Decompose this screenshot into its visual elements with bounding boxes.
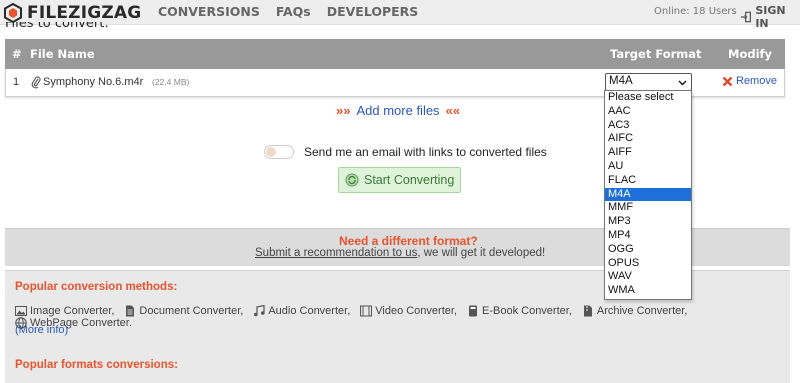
col-modify: Modify xyxy=(728,47,773,61)
email-toggle[interactable] xyxy=(264,145,294,159)
sign-in-icon xyxy=(740,11,751,23)
main-nav: CONVERSIONS FAQs DEVELOPERS xyxy=(158,4,434,19)
format-option-flac[interactable]: FLAC xyxy=(605,174,691,188)
format-option-aifc[interactable]: AIFC xyxy=(605,132,691,146)
format-option-mp3[interactable]: MP3 xyxy=(605,215,691,229)
document-converter-link[interactable]: Document Converter, xyxy=(124,305,243,317)
music-icon xyxy=(254,305,265,317)
top-header: FILEZIGZAG CONVERSIONS FAQs DEVELOPERS O… xyxy=(0,0,800,30)
logo[interactable]: FILEZIGZAG xyxy=(3,2,141,24)
audio-converter-link[interactable]: Audio Converter, xyxy=(253,305,350,317)
nav-faqs[interactable]: FAQs xyxy=(276,4,311,19)
conversion-methods-list: Image Converter, Document Converter, Aud… xyxy=(15,305,780,329)
video-converter-link[interactable]: Video Converter, xyxy=(360,305,457,317)
nav-developers[interactable]: DEVELOPERS xyxy=(327,4,419,19)
more-info-link[interactable]: (More info) xyxy=(15,324,68,336)
add-more-label: Add more files xyxy=(356,103,440,118)
start-converting-button[interactable]: Start Converting xyxy=(338,167,461,193)
format-option-mp4[interactable]: MP4 xyxy=(605,229,691,243)
archive-converter-link[interactable]: Archive Converter, xyxy=(582,305,687,317)
format-option-aiff[interactable]: AIFF xyxy=(605,146,691,160)
format-option-please-select[interactable]: Please select xyxy=(605,91,691,105)
sign-in-link[interactable]: SIGN IN xyxy=(740,4,800,30)
submit-recommendation-link[interactable]: Submit a recommendation to us xyxy=(255,247,417,259)
book-icon xyxy=(469,305,477,317)
image-converter-link[interactable]: Image Converter, xyxy=(15,305,114,317)
add-more-files-link[interactable]: »» Add more files «« xyxy=(336,103,460,118)
film-icon xyxy=(360,305,373,317)
sign-in-label: SIGN IN xyxy=(755,4,786,30)
format-option-wav[interactable]: WAV xyxy=(605,270,691,284)
document-icon xyxy=(126,305,135,317)
nav-conversions[interactable]: CONVERSIONS xyxy=(158,4,260,19)
email-label: Send me an email with links to converted… xyxy=(304,145,547,159)
popular-methods-title: Popular conversion methods: xyxy=(15,281,178,293)
double-chevron-right-icon: »» xyxy=(336,103,351,118)
paperclip-icon xyxy=(31,76,41,89)
need-format-title: Need a different format? xyxy=(339,234,478,248)
remove-label: Remove xyxy=(736,75,777,87)
format-option-mmf[interactable]: MMF xyxy=(605,201,691,215)
ebook-converter-link[interactable]: E-Book Converter, xyxy=(467,305,572,317)
logo-text: FILEZIGZAG xyxy=(27,3,142,23)
start-converting-label: Start Converting xyxy=(364,173,455,187)
format-option-au[interactable]: AU xyxy=(605,160,691,174)
format-option-wma[interactable]: WMA xyxy=(605,284,691,298)
need-format-subtitle: Submit a recommendation to us, we will g… xyxy=(255,247,545,259)
format-option-opus[interactable]: OPUS xyxy=(605,257,691,271)
convert-icon xyxy=(345,173,359,187)
archive-icon xyxy=(583,305,592,317)
selected-format: M4A xyxy=(609,75,633,87)
format-option-aac[interactable]: AAC xyxy=(605,105,691,119)
remove-button[interactable]: Remove xyxy=(722,75,777,87)
chevron-down-icon xyxy=(678,80,687,86)
col-file-name: File Name xyxy=(30,47,95,61)
online-users: Online: 18 Users xyxy=(654,6,737,17)
image-icon xyxy=(15,306,27,316)
need-format-rest: , we will get it developed! xyxy=(417,247,546,259)
logo-icon xyxy=(4,3,22,23)
popular-formats-title: Popular formats conversions: xyxy=(15,359,178,371)
files-table-header: # File Name Target Format Modify xyxy=(5,39,785,69)
format-option-m4a[interactable]: M4A xyxy=(605,187,691,202)
files-to-convert-label: Files to convert: xyxy=(5,22,109,31)
file-size: (22.4 MB) xyxy=(152,77,190,87)
email-option: Send me an email with links to converted… xyxy=(264,145,547,159)
close-icon xyxy=(722,76,733,86)
target-format-select[interactable]: M4A xyxy=(605,73,692,91)
format-option-ogg[interactable]: OGG xyxy=(605,243,691,257)
double-chevron-left-icon: «« xyxy=(445,103,461,118)
toggle-knob xyxy=(266,147,276,157)
format-option-ac3[interactable]: AC3 xyxy=(605,119,691,133)
col-number: # xyxy=(12,47,22,61)
row-index: 1 xyxy=(13,76,20,88)
format-dropdown-list: Please select AAC AC3 AIFC AIFF AU FLAC M4A MMF M… xyxy=(604,90,692,300)
col-target-format: Target Format xyxy=(610,47,702,61)
file-name: Symphony No.6.m4r xyxy=(43,76,144,88)
